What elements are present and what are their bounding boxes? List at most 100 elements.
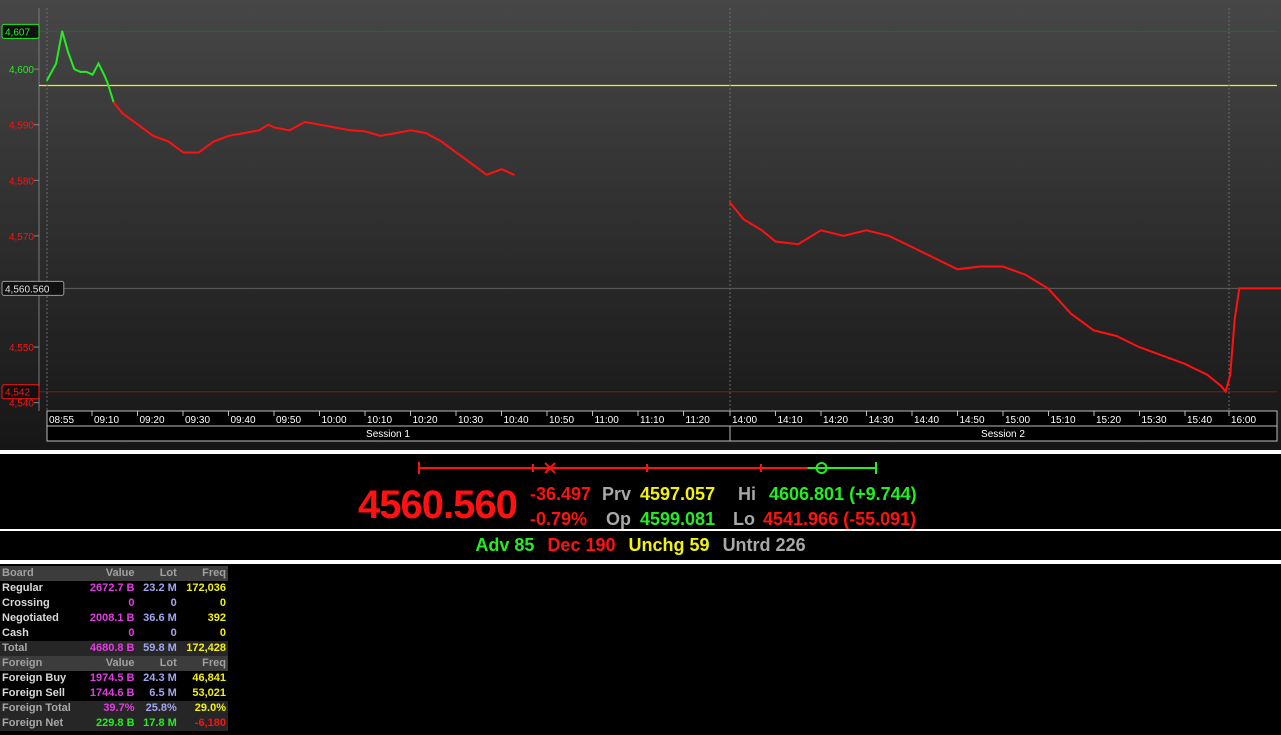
y-tick-label: 4,590 xyxy=(9,121,34,132)
freq-cell: 172,428 xyxy=(178,641,228,656)
y-tick-label: 4,600 xyxy=(9,65,34,76)
data-point xyxy=(485,173,488,176)
low-label: Lo xyxy=(733,509,755,529)
value-cell: 2672.7 B xyxy=(89,582,135,594)
change-value: -36.497 xyxy=(530,484,592,504)
data-point xyxy=(1024,273,1027,276)
y-tick-label: 4,550 xyxy=(9,343,34,354)
x-tick-label: 14:40 xyxy=(914,415,939,426)
data-point xyxy=(979,265,981,268)
divider xyxy=(0,450,1281,454)
freq-cell: 53,021 xyxy=(192,687,226,699)
data-point xyxy=(729,201,731,204)
total-row: Foreign Total 39.7% 25.8% 29.0% xyxy=(0,701,228,716)
advancers: Adv 85 xyxy=(475,535,535,555)
row-label: Foreign Buy xyxy=(2,672,67,684)
data-point xyxy=(1092,329,1095,332)
x-tick-label: 10:50 xyxy=(549,415,574,426)
session-2-label: Session 2 xyxy=(981,429,1025,440)
data-point xyxy=(455,151,458,154)
x-tick-label: 08:55 xyxy=(49,415,74,426)
column-header: Freq xyxy=(178,566,228,581)
freq-cell: -6,180 xyxy=(178,716,228,731)
column-header: Foreign xyxy=(0,656,82,671)
data-point xyxy=(956,268,959,271)
lot-cell: 0 xyxy=(170,597,177,609)
column-header: Value xyxy=(81,566,137,581)
table-row: Regular 2672.7 B 23.2 M 172,036 xyxy=(0,581,228,596)
column-header: Freq xyxy=(178,656,228,671)
row-label: Foreign Net xyxy=(0,716,82,731)
data-point xyxy=(379,134,382,137)
data-point xyxy=(1001,265,1004,268)
data-point xyxy=(1229,374,1232,376)
column-header: Value xyxy=(81,656,137,671)
value-cell: 2008.1 B xyxy=(89,612,135,624)
y-tick-label: 4,540 xyxy=(9,399,34,410)
x-tick-label: 09:30 xyxy=(185,415,210,426)
data-point xyxy=(334,126,336,129)
data-point xyxy=(425,132,427,135)
x-tick-label: 10:40 xyxy=(504,415,529,426)
value-cell: 4680.8 B xyxy=(81,641,137,656)
data-point xyxy=(267,123,270,126)
high-label: Hi xyxy=(738,484,756,504)
data-point xyxy=(258,129,261,132)
x-tick-label: 14:50 xyxy=(960,415,985,426)
data-point xyxy=(288,129,291,132)
data-point xyxy=(1220,385,1222,387)
freq-cell: 46,841 xyxy=(192,672,226,684)
last-tag: 4,560.560 xyxy=(5,284,50,295)
index-intraday-chart[interactable]: 4,600 4,590 4,580 4,570 4,550 4,540 4,607 4,560… xyxy=(0,0,1281,450)
lot-cell: 17.8 M xyxy=(136,716,179,731)
freq-cell: 392 xyxy=(207,612,226,624)
untraded: Untrd 226 xyxy=(722,535,806,555)
row-label: Foreign Sell xyxy=(2,687,65,699)
data-point xyxy=(911,246,913,248)
divider xyxy=(0,529,1281,531)
value-cell: 0 xyxy=(128,627,135,639)
x-tick-label: 10:30 xyxy=(458,415,483,426)
column-header: Lot xyxy=(136,566,179,581)
data-point xyxy=(167,140,170,143)
value-cell: 39.7% xyxy=(81,701,137,716)
data-point xyxy=(500,168,503,171)
trading-statistics-table: Board Value Lot Freq Regular 2672.7 B 23… xyxy=(0,566,228,731)
data-point xyxy=(364,130,367,133)
x-tick-label: 16:00 xyxy=(1231,415,1256,426)
table-row: Foreign Sell 1744.6 B 6.5 M 53,021 xyxy=(0,686,228,701)
data-point xyxy=(273,126,276,129)
x-axis-session-band xyxy=(46,425,1278,442)
data-point xyxy=(1183,362,1186,365)
freq-cell: 172,036 xyxy=(186,582,226,594)
x-tick-label: 14:00 xyxy=(732,415,757,426)
data-point xyxy=(1206,374,1209,376)
data-point xyxy=(1161,354,1163,357)
freq-cell: 0 xyxy=(219,597,226,609)
data-point xyxy=(1070,312,1072,315)
y-tick-label: 4,570 xyxy=(9,232,34,243)
data-point xyxy=(865,229,868,232)
x-tick-label: 15:30 xyxy=(1142,415,1167,426)
x-tick-label: 09:40 xyxy=(231,415,256,426)
data-point xyxy=(394,132,397,135)
chart-canvas[interactable]: 4,600 4,590 4,580 4,570 4,550 4,540 4,607 4,560… xyxy=(0,0,1281,450)
day-range-bar xyxy=(418,462,877,474)
total-row: Total 4680.8 B 59.8 M 172,428 xyxy=(0,641,228,656)
value-cell: 229.8 B xyxy=(81,716,137,731)
x-tick-label: 10:10 xyxy=(367,415,392,426)
session-1-label: Session 1 xyxy=(366,429,410,440)
data-point xyxy=(888,235,890,237)
value-cell: 0 xyxy=(128,597,135,609)
unchanged: Unchg 59 xyxy=(628,535,710,555)
data-point xyxy=(197,151,200,154)
column-header: Lot xyxy=(136,656,179,671)
divider xyxy=(0,560,1281,564)
data-point xyxy=(182,151,185,154)
x-tick-label: 09:50 xyxy=(276,415,301,426)
freq-cell: 0 xyxy=(219,627,226,639)
x-tick-label: 15:40 xyxy=(1187,415,1212,426)
data-point xyxy=(106,82,109,84)
lot-cell: 23.2 M xyxy=(143,582,177,594)
x-tick-label: 14:10 xyxy=(778,415,803,426)
